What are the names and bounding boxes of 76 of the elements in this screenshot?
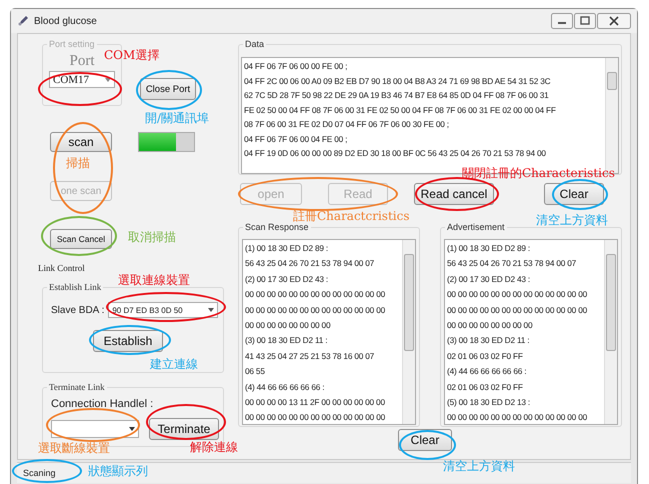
log-line: FE 02 50 00 04 FF 08 7F 06 00 31 FE 02 50 00 04 FF 08 7F 06 00 31 FE 02 00 00 04 FF [244,104,557,116]
connection-handle-dropdown[interactable] [51,420,139,438]
annotation-note: 註冊Charactcristics [293,209,410,223]
list-line: 56 43 25 04 26 70 21 53 78 94 00 07 [447,257,578,270]
caret-icon [208,308,214,312]
port-label: Port [69,53,94,69]
list-line: 00 00 00 00 00 00 00 00 00 00 00 00 00 [447,288,588,302]
group-title: Data [243,38,266,50]
group-title: Establish Link [47,281,104,293]
caret-icon [105,78,111,82]
annotation-note: 取消掃描 [128,230,176,244]
annotation-note: 開/關通訊埠 [145,111,210,125]
annotation-note: 選取斷線裝置 [38,441,110,455]
list-line: (4) 44 66 66 66 66 66 : [447,365,528,378]
log-line: 08 7F 06 00 31 FE 02 D0 07 04 FF 06 7F 06 00 30 FE 00 ; [244,118,450,131]
list-line: 56 43 25 04 26 70 21 53 78 94 00 07 [245,257,376,270]
list-line: 00 00 00 00 13 11 2F 00 00 00 00 00 00 [245,396,386,410]
action-button[interactable]: Clear [544,183,604,205]
scrollbar[interactable] [402,240,415,424]
close-icon[interactable] [597,13,631,29]
establish-button[interactable]: Establish [93,330,163,352]
status-text: Scaning [23,468,56,478]
close-port-button[interactable]: Close Port [140,78,196,100]
log-line: 62 7C 5D 28 7F 50 98 22 DE 29 0A 19 B3 46 74 B7 E8 64 85 0D 04 FF 08 7F 06 00 31 [244,89,550,102]
slave-bda-label: Slave BDA : [51,304,104,316]
annotation-note: 掃描 [66,156,90,170]
annotation-note: 清空上方資料 [536,213,608,227]
log-line: 04 FF 06 7F 06 00 04 FE 00 ; [244,132,348,146]
pen-icon [17,15,29,27]
list-line: 02 01 06 03 02 F0 FF [447,380,524,394]
annotation-note: 建立連線 [150,357,198,371]
list-line: 00 00 00 00 00 00 00 00 00 00 00 00 00 [245,411,386,424]
list-line: 02 01 06 03 02 F0 FF [447,350,524,363]
log-line: 04 FF 2C 00 06 00 A0 09 B2 EB D7 90 18 00 04 B8 A3 24 71 69 98 BD AE 54 31 52 3C [244,74,552,88]
list-line: (2) 00 17 30 ED D2 43 : [245,272,330,286]
connection-handle-label: Connection Handlel : [51,398,154,410]
annotation-note: 選取連線裝置 [118,273,190,287]
scan-cancel-button[interactable]: Scan Cancel [50,229,112,249]
list-line: (3) 00 18 30 ED D2 11 : [245,334,328,348]
scrollbar[interactable] [604,240,617,424]
list-line: (1) 00 18 30 ED D2 89 : [245,242,330,255]
annotation-note: 狀態顯示列 [88,464,148,478]
list-line: 41 43 25 04 27 25 21 53 78 16 00 07 [245,350,376,363]
caret-icon [129,427,135,431]
list-line: 06 55 [245,365,266,378]
port-dropdown[interactable]: COM17 [49,71,115,88]
log-line: 04 FF 19 0D 06 00 00 00 89 D2 ED 30 18 00 BF 0C 56 43 25 04 26 70 21 53 78 94 00 [244,147,547,160]
annotation-note: 關閉註冊的Characteristics [462,166,615,180]
group-title: Scan Response [243,221,311,233]
annotation-note: COM選擇 [104,48,160,62]
list-line: 00 00 00 00 00 00 00 00 00 00 00 00 00 [245,288,386,302]
log-line: 04 FF 06 7F 06 00 00 FE 00 ; [244,60,348,73]
group-title: Link Control [38,263,86,273]
action-button[interactable]: Read cancel [414,183,494,205]
list-line: 00 00 00 00 00 00 00 00 [447,319,534,332]
terminate-button[interactable]: Terminate [149,418,219,440]
list-line: (2) 00 17 30 ED D2 43 : [447,272,532,286]
group-title: Port setting [47,38,97,50]
list-line: (5) 00 18 30 ED D2 13 : [447,396,532,410]
annotation-note: 解除連線 [190,440,238,454]
list-line: (4) 44 66 66 66 66 66 : [245,380,326,394]
maximize-icon[interactable] [574,13,596,29]
list-line: (1) 00 18 30 ED D2 89 : [447,242,532,255]
list-line: 00 00 00 00 00 00 00 00 00 00 00 00 00 [245,304,386,317]
slave-bda-dropdown[interactable]: 90 D7 ED B3 0D 50 [108,302,218,318]
scan-button[interactable]: scan [50,132,112,152]
list-line: 00 00 00 00 00 00 00 00 00 00 00 00 00 [447,304,588,317]
window-title: Blood glucose [34,16,97,26]
group-title: Terminate Link [47,381,107,393]
list-line: (3) 00 18 30 ED D2 11 : [447,334,530,348]
list-line: 00 00 00 00 00 00 00 00 00 00 00 00 00 [447,411,588,424]
annotation-note: 清空上方資料 [443,459,515,473]
clear-button[interactable]: Clear [398,429,452,451]
group-title: Advertisement [445,221,507,233]
list-line: 00 00 00 00 00 00 00 00 [245,319,332,332]
minimize-icon[interactable] [551,13,573,29]
